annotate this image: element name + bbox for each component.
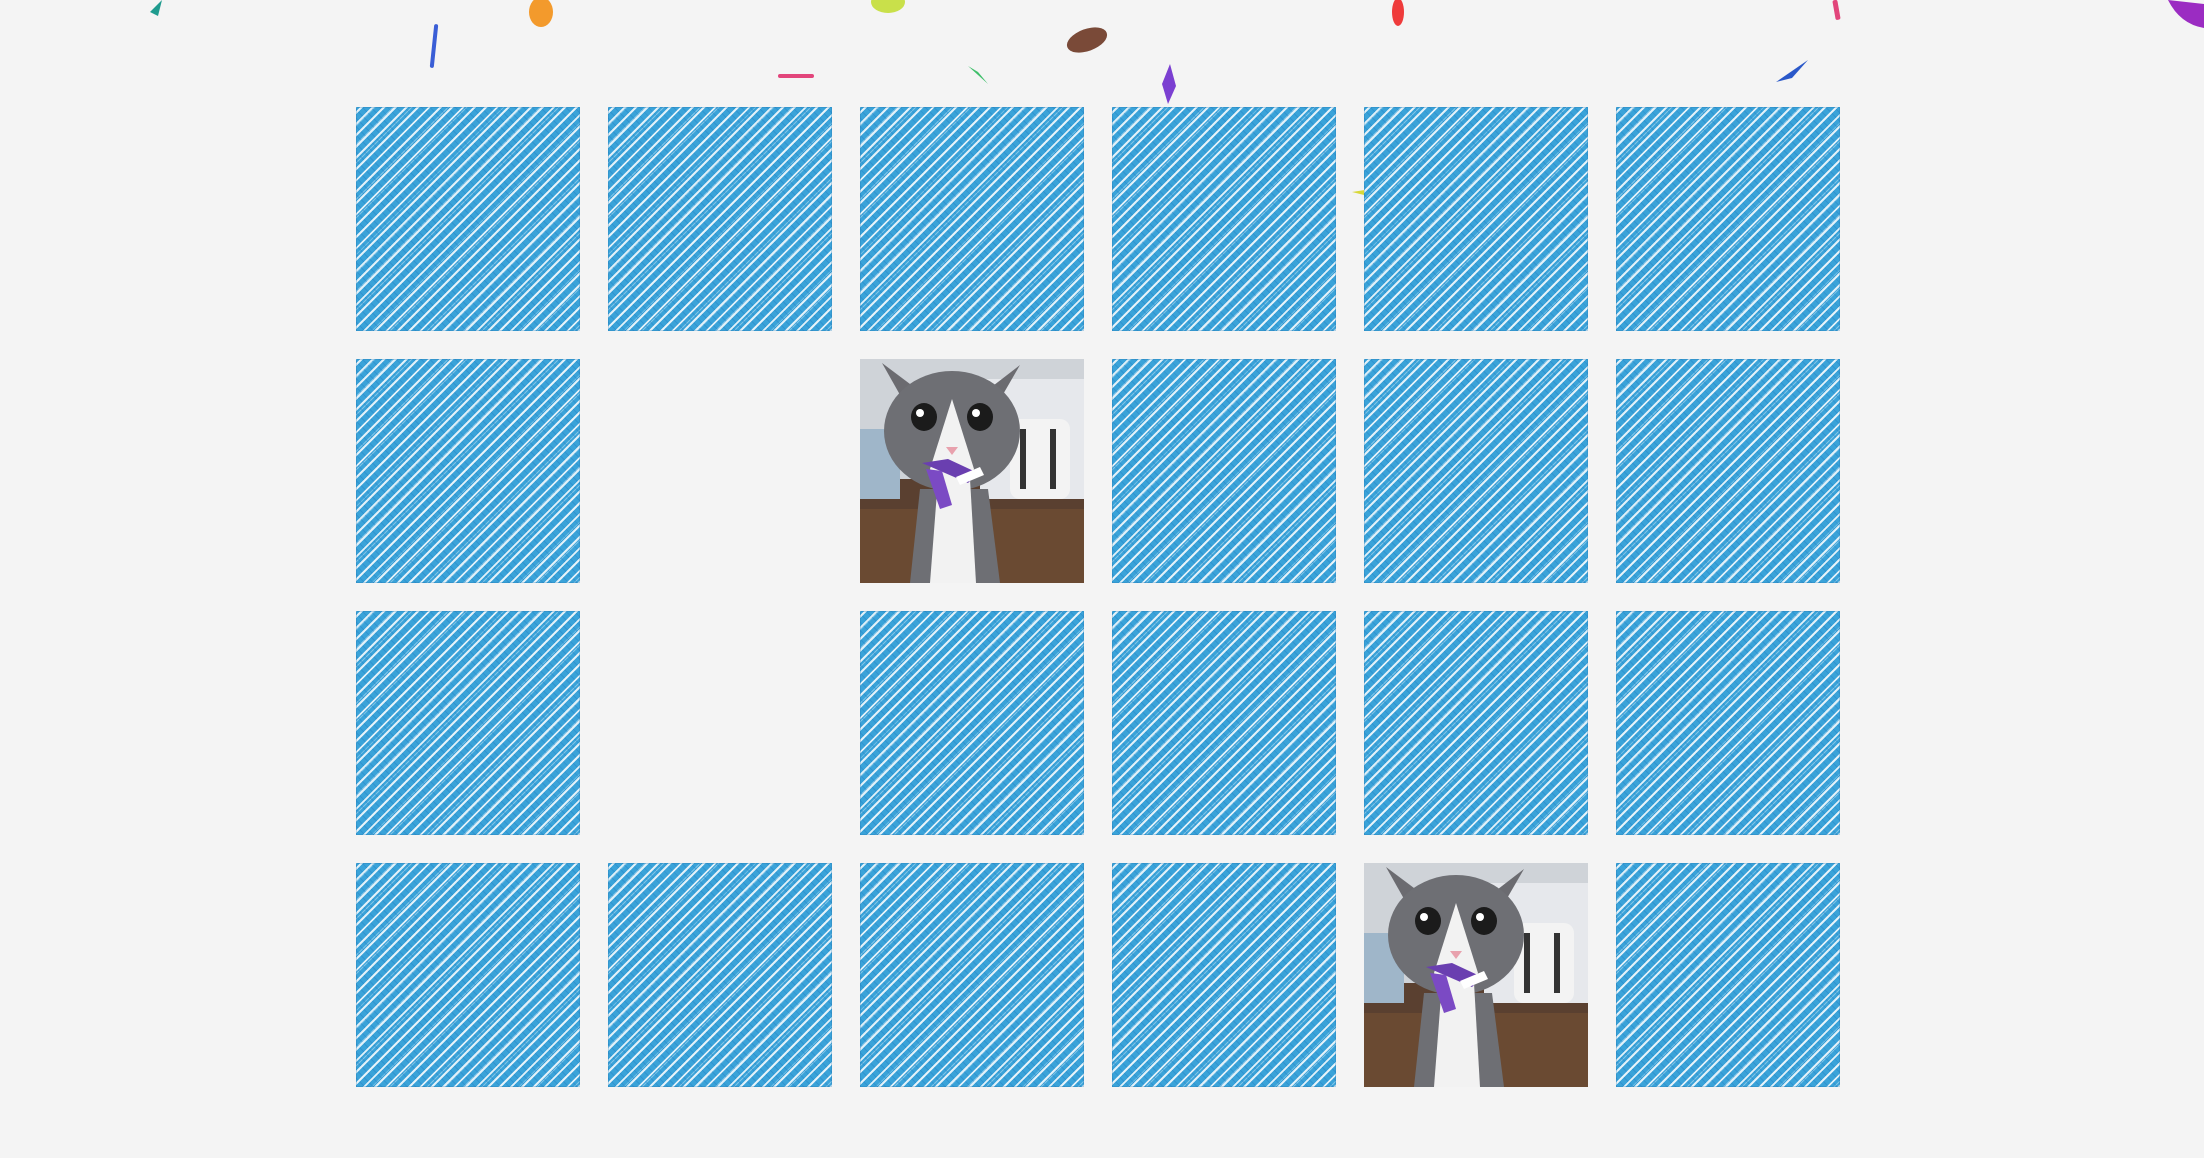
card-face-down-22[interactable]	[1112, 863, 1336, 1087]
card-face-down-18[interactable]	[1616, 611, 1840, 835]
confetti-piece	[2168, 0, 2204, 28]
confetti-piece	[1066, 27, 1108, 53]
card-face-down-19[interactable]	[356, 863, 580, 1087]
game-stage	[0, 0, 2204, 1158]
card-face-down-21[interactable]	[860, 863, 1084, 1087]
card-face-down-10[interactable]	[1112, 359, 1336, 583]
confetti-piece	[1832, 0, 1841, 20]
confetti-piece	[429, 24, 439, 68]
card-face-down-16[interactable]	[1112, 611, 1336, 835]
card-slot-empty-8	[608, 359, 832, 583]
card-face-down-24[interactable]	[1616, 863, 1840, 1087]
confetti-piece	[1392, 0, 1404, 26]
card-face-down-5[interactable]	[1364, 107, 1588, 331]
confetti-piece	[529, 0, 553, 27]
card-face-down-4[interactable]	[1112, 107, 1336, 331]
confetti-piece	[968, 66, 988, 84]
card-face-down-15[interactable]	[860, 611, 1084, 835]
card-face-down-1[interactable]	[356, 107, 580, 331]
kitten-image	[1364, 863, 1588, 1087]
confetti-piece	[871, 0, 905, 13]
card-face-down-11[interactable]	[1364, 359, 1588, 583]
card-slot-empty-14	[608, 611, 832, 835]
kitten-image	[860, 359, 1084, 583]
card-face-down-20[interactable]	[608, 863, 832, 1087]
card-face-up-kitten-23[interactable]	[1364, 863, 1588, 1087]
card-face-down-7[interactable]	[356, 359, 580, 583]
card-face-down-13[interactable]	[356, 611, 580, 835]
confetti-piece	[778, 74, 814, 78]
confetti-piece	[1162, 64, 1176, 104]
card-face-down-3[interactable]	[860, 107, 1084, 331]
card-face-up-kitten-9[interactable]	[860, 359, 1084, 583]
card-face-down-17[interactable]	[1364, 611, 1588, 835]
card-face-down-2[interactable]	[608, 107, 832, 331]
card-face-down-12[interactable]	[1616, 359, 1840, 583]
card-face-down-6[interactable]	[1616, 107, 1840, 331]
confetti-piece	[150, 0, 162, 16]
confetti-piece	[1776, 60, 1808, 82]
game-board	[356, 107, 1840, 1087]
